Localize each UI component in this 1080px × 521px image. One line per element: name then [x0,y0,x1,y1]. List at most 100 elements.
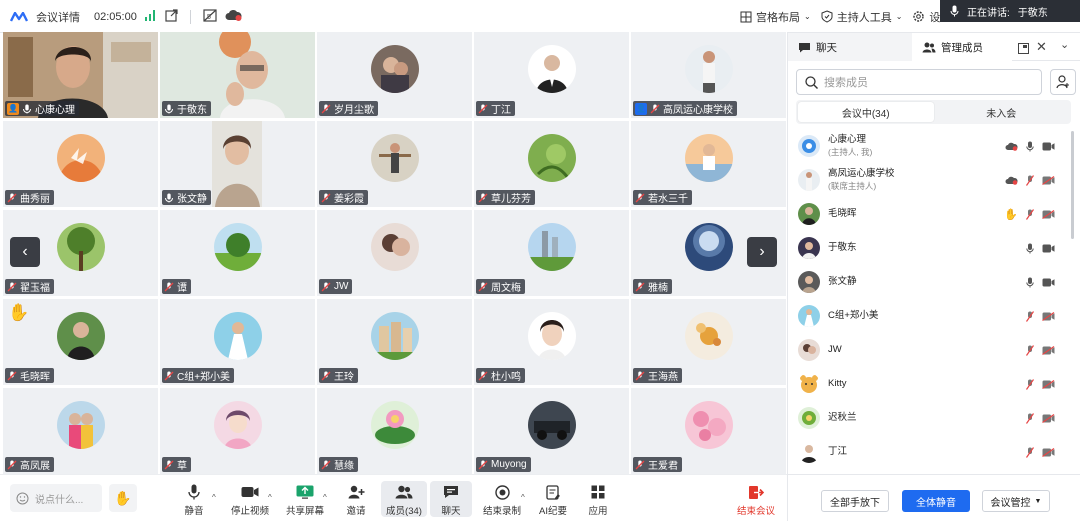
apps-button[interactable]: 应用 [583,481,613,517]
member-row[interactable]: 毛晓晖 ✋ [788,197,1071,231]
member-status-icons [1026,378,1055,390]
quick-chat-input[interactable]: 说点什么... [10,484,102,512]
popout-icon[interactable] [165,8,178,25]
participant-tile[interactable]: JW [317,210,472,296]
segment-not-joined[interactable]: 未入会 [934,102,1070,122]
host-tools-button[interactable]: 主持人工具 ⌄ [821,9,902,25]
participant-tile[interactable]: 谭 [160,210,315,296]
participant-tile[interactable]: 高凤展 [3,388,158,474]
participant-tile[interactable]: 王玲 [317,299,472,385]
cloud-record-icon[interactable] [225,9,242,24]
member-role: (主持人, 我) [828,147,873,157]
participant-tile[interactable]: ✋ 毛晓晖 [3,299,158,385]
meeting-details-link[interactable]: 会议详情 [36,9,80,25]
participant-tile[interactable]: 岁月尘歌 [317,32,472,118]
participant-tile[interactable]: C组+郑小美 [160,299,315,385]
participant-tile[interactable]: 👤 高凤运心康学校 [631,32,786,118]
microphone-muted-icon [650,104,660,113]
chat-button[interactable]: 聊天 [430,481,472,517]
meeting-control-dropdown[interactable]: 会议管控 ▼ [982,490,1050,512]
participant-tile[interactable]: 姜彩霞 [317,121,472,207]
participant-tile[interactable]: 草儿芬芳 [474,121,629,207]
video-grid: 👤 心康心理 于敬东 岁月尘歌 丁江 👤 高凤运心康学校 曲秀丽 张文静 姜彩霞… [3,32,787,474]
mute-all-button[interactable]: 全体静音 [902,490,970,512]
end-meeting-button[interactable]: 结束会议 [736,481,776,517]
member-row[interactable]: 张文静 [788,265,1071,299]
participant-tile[interactable]: 王爱君 [631,388,786,474]
video-options-caret[interactable]: ^ [268,493,272,502]
mute-label: 静音 [184,506,204,517]
participant-tile[interactable]: 曲秀丽 [3,121,158,207]
host-badge-icon: 👤 [7,102,19,115]
member-search-input[interactable]: 搜索成员 [796,69,1042,95]
popout-panel-icon[interactable] [1018,41,1029,59]
share-options-caret[interactable]: ^ [323,493,327,502]
segment-in-meeting[interactable]: 会议中(34) [798,102,934,122]
members-button[interactable]: 成员(34) [381,481,427,517]
participant-tile[interactable]: 王海燕 [631,299,786,385]
member-row[interactable]: 丁江 [788,435,1071,469]
ai-minutes-label: AI纪要 [539,506,567,517]
stop-video-button[interactable]: 停止视频 [230,481,270,517]
ai-minutes-button[interactable]: AI纪要 [536,481,570,517]
participant-tile-active-speaker[interactable]: 于敬东 [160,32,315,118]
chevron-down-icon[interactable]: ⌄ [1060,38,1069,51]
participant-name: 草 [177,461,187,472]
recording-options-caret[interactable]: ^ [521,493,525,502]
member-row[interactable]: 高凤运心康学校 (联席主持人) [788,163,1071,197]
cohost-badge-icon: 👤 [635,102,647,115]
mute-options-caret[interactable]: ^ [212,493,216,502]
participant-name: 高凤展 [20,461,50,472]
participant-avatar [370,134,419,182]
search-icon [805,75,818,89]
tab-manage-members[interactable]: 管理成员 [912,33,1012,61]
participant-tile[interactable]: Muyong [474,388,629,474]
member-row[interactable]: 迟秋兰 [788,401,1071,435]
participant-nametag: 曲秀丽 [5,190,54,205]
participant-tile[interactable]: 草 [160,388,315,474]
member-list-scrollbar[interactable] [1071,131,1074,239]
raise-hand-button[interactable]: ✋ [109,484,137,512]
participant-tile[interactable]: 周文梅 [474,210,629,296]
add-user-icon [347,484,365,500]
svg-text:5: 5 [207,14,211,21]
gear-icon [913,11,925,22]
member-row[interactable]: 于敬东 [788,231,1071,265]
add-member-button[interactable] [1050,69,1076,95]
participant-tile[interactable]: 慧缘 [317,388,472,474]
member-status-segmented-control: 会议中(34) 未入会 [796,100,1071,124]
participant-tile[interactable]: 丁江 [474,32,629,118]
camera-icon [1042,244,1055,252]
member-row[interactable]: Kitty [788,367,1071,401]
tab-chat[interactable]: 聊天 [788,33,912,61]
microphone-muted-icon [321,282,331,291]
no-record-icon[interactable]: 5 [203,8,217,25]
next-page-button[interactable]: › [747,237,777,267]
meeting-window: 会议详情 02:05:00 5 宫格布局 ⌄ 主持人工具 ⌄ 正在讲话: 于敬东… [0,0,1080,521]
previous-page-button[interactable]: ‹ [10,237,40,267]
member-row[interactable]: C组+郑小美 [788,299,1071,333]
member-status-icons [1005,141,1055,152]
close-icon[interactable]: ✕ [1036,39,1047,55]
participant-tile[interactable]: 若水三千 [631,121,786,207]
gallery-layout-button[interactable]: 宫格布局 ⌄ [740,9,811,25]
lower-all-hands-button[interactable]: 全部手放下 [821,490,889,512]
participant-tile[interactable]: 张文静 [160,121,315,207]
share-screen-button[interactable]: 共享屏幕 [285,481,325,517]
participant-tile[interactable]: 杜小鸣 [474,299,629,385]
member-row[interactable]: JW [788,333,1071,367]
camera-off-icon [1042,175,1055,185]
member-row[interactable]: 心康心理 (主持人, 我) [788,129,1071,163]
microphone-muted-icon [478,282,488,291]
participant-tile[interactable]: 👤 心康心理 [3,32,158,118]
invite-button[interactable]: 邀请 [340,481,372,517]
member-info: 丁江 [828,446,847,458]
member-avatar [798,373,820,395]
end-recording-button[interactable]: 结束录制 [482,481,522,517]
participant-name: 王海燕 [648,372,678,383]
member-name: 迟秋兰 [828,412,857,423]
participant-name: 丁江 [491,105,511,116]
mute-button[interactable]: 静音 [180,481,208,517]
cloud-record-icon [1005,176,1018,185]
member-avatar [798,339,820,361]
